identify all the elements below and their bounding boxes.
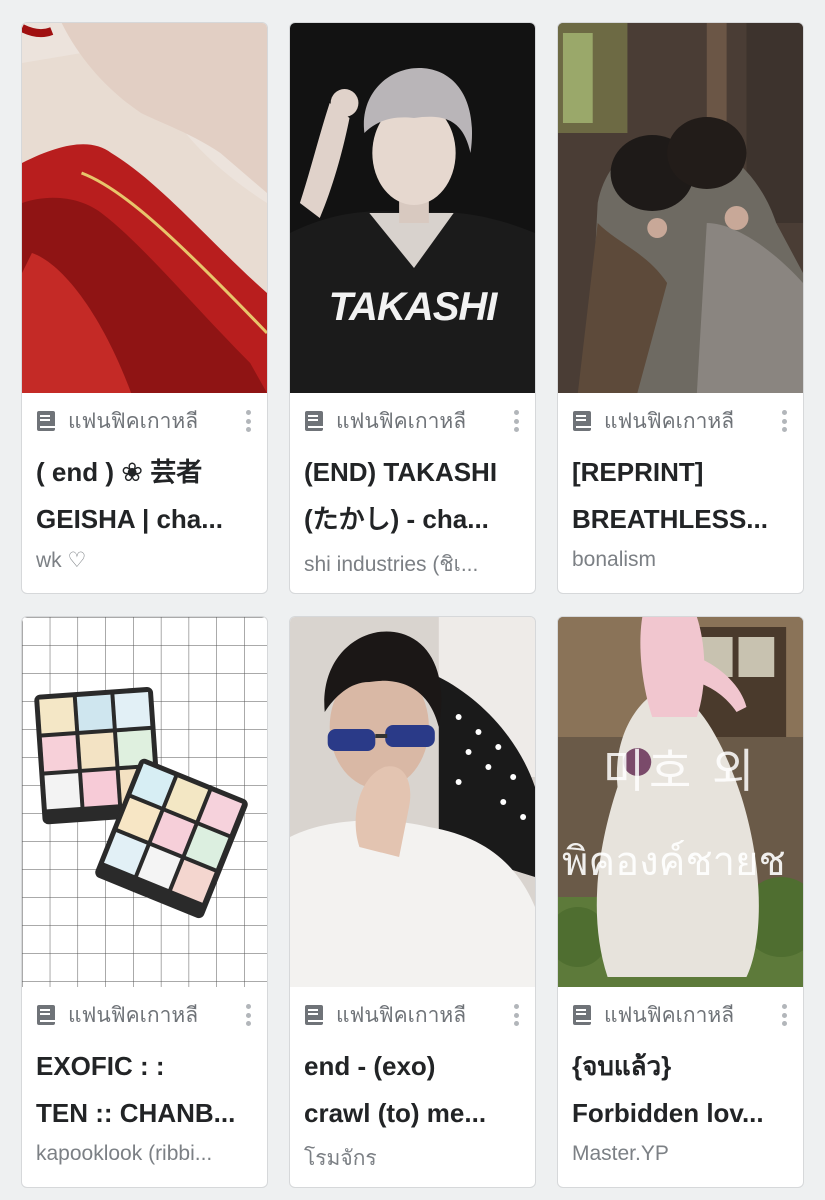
author-name[interactable]: bonalism [558, 548, 803, 572]
more-options-icon[interactable] [239, 407, 257, 435]
category-label: แฟนฟิคเกาหลี [336, 1003, 467, 1027]
more-options-icon[interactable] [239, 1001, 257, 1029]
story-cover-image[interactable] [22, 23, 267, 393]
more-options-icon[interactable] [775, 1001, 793, 1029]
book-icon [573, 1005, 591, 1025]
book-icon [37, 411, 55, 431]
category-label: แฟนฟิคเกาหลี [68, 1003, 199, 1027]
story-title[interactable]: end - (exo) crawl (to) me... [290, 1043, 535, 1137]
cover-title-text: TAKASHI [328, 285, 498, 329]
author-name[interactable]: โรมจักร [290, 1142, 535, 1175]
more-options-icon[interactable] [507, 1001, 525, 1029]
book-icon [305, 411, 323, 431]
story-card[interactable]: แฟนฟิคเกาหลี [REPRINT] BREATHLESS... bon… [557, 22, 804, 594]
story-title[interactable]: ( end ) ❀ 芸者 GEISHA | cha... [22, 449, 267, 543]
story-cover-image[interactable]: 미호 외 พิคองค์ชายช [558, 617, 803, 987]
story-cover-image[interactable] [290, 617, 535, 987]
story-title[interactable]: [REPRINT] BREATHLESS... [558, 449, 803, 543]
story-card[interactable]: 미호 외 พิคองค์ชายช แฟนฟิคเกาหลี {จบแล้ว} F… [557, 616, 804, 1188]
story-card[interactable]: TAKASHI แฟนฟิคเกาหลี (END) TAKASHI (たかし)… [289, 22, 536, 594]
story-card[interactable]: แฟนฟิคเกาหลี EXOFIC : : TEN :: CHANB... … [21, 616, 268, 1188]
author-name[interactable]: Master.YP [558, 1142, 803, 1166]
story-cover-image[interactable]: TAKASHI [290, 23, 535, 393]
author-name[interactable]: shi industries (ชิเ... [290, 548, 535, 581]
story-title[interactable]: (END) TAKASHI (たかし) - cha... [290, 449, 535, 543]
book-icon [37, 1005, 55, 1025]
story-card[interactable]: แฟนฟิคเกาหลี end - (exo) crawl (to) me..… [289, 616, 536, 1188]
category-label: แฟนฟิคเกาหลี [604, 1003, 735, 1027]
cover-title-thai: พิคองค์ชายช [562, 840, 786, 884]
story-title[interactable]: {จบแล้ว} Forbidden lov... [558, 1043, 803, 1137]
author-name[interactable]: wk ♡ [22, 548, 267, 573]
author-name[interactable]: kapooklook (ribbi... [22, 1142, 267, 1166]
cover-title-korean: 미호 외 [602, 745, 759, 797]
category-label: แฟนฟิคเกาหลี [604, 409, 735, 433]
book-icon [573, 411, 591, 431]
story-grid: แฟนฟิคเกาหลี ( end ) ❀ 芸者 GEISHA | cha..… [0, 0, 825, 1200]
more-options-icon[interactable] [507, 407, 525, 435]
category-label: แฟนฟิคเกาหลี [68, 409, 199, 433]
more-options-icon[interactable] [775, 407, 793, 435]
book-icon [305, 1005, 323, 1025]
story-cover-image[interactable] [558, 23, 803, 393]
category-label: แฟนฟิคเกาหลี [336, 409, 467, 433]
story-card[interactable]: แฟนฟิคเกาหลี ( end ) ❀ 芸者 GEISHA | cha..… [21, 22, 268, 594]
story-title[interactable]: EXOFIC : : TEN :: CHANB... [22, 1043, 267, 1137]
story-cover-image[interactable] [22, 617, 267, 987]
